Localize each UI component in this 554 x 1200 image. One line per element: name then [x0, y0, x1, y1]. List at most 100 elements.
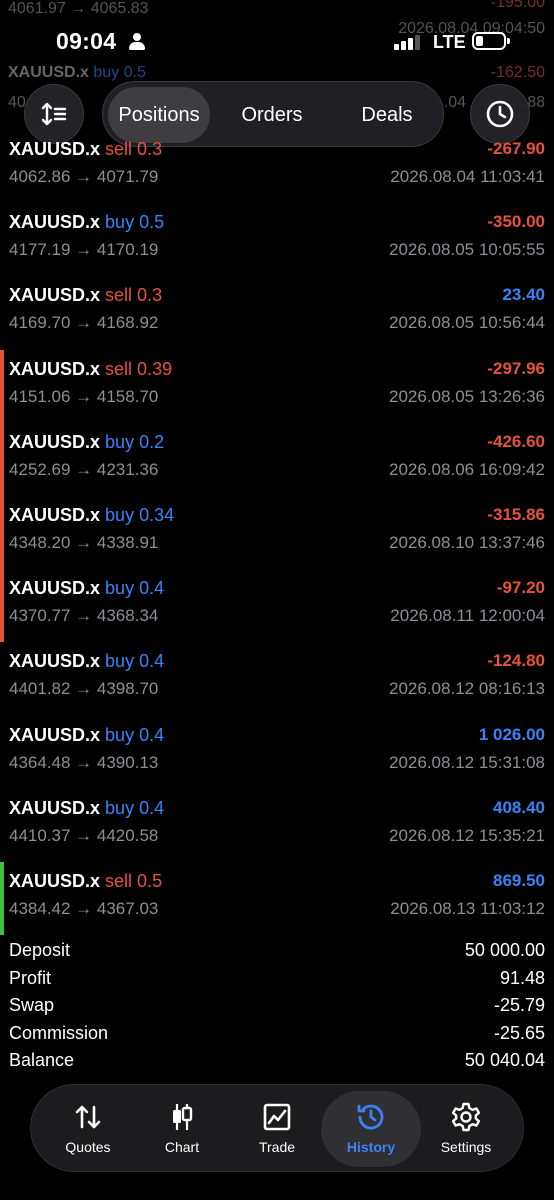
deal-close-time: 2026.08.05 10:56:44 [389, 313, 545, 333]
summary-row: Swap -25.79 [9, 995, 545, 1021]
deal-side-volume: sell 0.3 [105, 285, 163, 306]
deal-row[interactable]: XAUUSD.x sell 0.3 4169.70 → 4168.92 23.40 2… [0, 276, 554, 349]
deal-row[interactable]: XAUUSD.x buy 0.34 4348.20 → 4338.91 -315.8… [0, 496, 554, 569]
summary-label: Balance [9, 1050, 75, 1071]
nav-quotes-label: Quotes [65, 1139, 111, 1155]
history-screen: 4061.97 → 4065.83 2026.08.04 09:04:50 -1… [0, 0, 554, 1200]
deal-row[interactable]: XAUUSD.x buy 0.4 4410.37 → 4420.58 408.40 2… [0, 789, 554, 862]
deal-row-marker [0, 349, 4, 423]
deal-row-marker [0, 496, 4, 569]
nav-settings-label: Settings [440, 1139, 492, 1155]
deal-symbol: XAUUSD.x buy 0.2 [9, 432, 164, 453]
deal-prices: 4401.82 → 4398.70 [9, 679, 159, 699]
deal-symbol-name: XAUUSD.x [9, 139, 101, 159]
deal-prices: 4364.48 → 4390.13 [9, 752, 159, 772]
deal-prices: 4370.77 → 4368.34 [9, 606, 159, 626]
summary-label: Deposit [9, 940, 71, 960]
deal-symbol: XAUUSD.x sell 0.39 [9, 359, 172, 380]
nav-trade[interactable]: Trade [227, 1085, 327, 1173]
deal-close-time: 2026.08.12 08:16:13 [389, 679, 545, 699]
deal-row-marker [0, 862, 4, 935]
summary-label: Swap [9, 995, 55, 1016]
deal-symbol: XAUUSD.x buy 0.4 [9, 725, 164, 746]
deal-symbol: XAUUSD.x buy 0.34 [9, 505, 174, 526]
battery-icon [472, 32, 506, 50]
deal-prices: 4062.86 → 4071.79 [9, 167, 159, 186]
deal-close-time: 2026.08.13 11:03:12 [390, 899, 545, 918]
status-time: 09:04 [56, 28, 117, 54]
nav-history-label: History [346, 1139, 396, 1155]
battery-tip [507, 38, 510, 44]
nav-settings[interactable]: Settings [416, 1085, 516, 1173]
deal-close-time: 2026.08.06 16:09:42 [389, 459, 545, 479]
nav-chart[interactable]: Chart [132, 1085, 232, 1173]
deal-symbol: XAUUSD.x buy 0.4 [9, 651, 164, 672]
deal-row[interactable]: XAUUSD.x buy 0.2 4252.69 → 4231.36 -426.60… [0, 422, 554, 496]
deal-side-volume: buy 0.34 [105, 505, 175, 525]
nav-chart-label: Chart [164, 1139, 200, 1155]
deal-close-time: 2026.08.05 10:05:55 [389, 240, 545, 260]
summary-value: -25.65 [493, 1022, 545, 1043]
summary-value: 50 000.00 [464, 940, 545, 960]
deal-symbol-name: XAUUSD.x [9, 212, 101, 233]
nav-quotes[interactable]: Quotes [38, 1085, 138, 1173]
deal-symbol-name: XAUUSD.x [9, 505, 101, 525]
deal-symbol: XAUUSD.x sell 0.5 [9, 871, 162, 892]
deal-profit: -350.00 [487, 212, 545, 232]
deal-side-volume: buy 0.2 [105, 431, 165, 452]
summary-value: 91.48 [499, 967, 545, 988]
summary-row: Commission -25.65 [9, 1023, 545, 1049]
quotes-icon [75, 1105, 101, 1129]
deal-profit: 408.40 [493, 797, 545, 817]
summary-row: Profit 91.48 [9, 968, 545, 994]
deal-side-volume: sell 0.39 [105, 358, 173, 379]
deal-row-marker [0, 569, 4, 643]
deal-symbol: XAUUSD.x sell 0.3 [9, 139, 162, 160]
deal-side-volume: buy 0.4 [105, 724, 165, 745]
deal-profit: -315.86 [487, 505, 545, 524]
deal-prices: 4252.69 → 4231.36 [9, 459, 159, 479]
ghost-row-date: .04 [443, 94, 466, 111]
deal-side-volume: sell 0.5 [105, 871, 163, 891]
deal-close-time: 2026.08.10 13:37:46 [389, 533, 545, 552]
deal-side-volume: buy 0.4 [105, 578, 165, 599]
summary-row: Deposit 50 000.00 [9, 940, 545, 966]
deal-side-volume: buy 0.4 [105, 797, 165, 818]
trade-icon [263, 1103, 291, 1131]
summary-label: Commission [9, 1022, 109, 1043]
deal-profit: 23.40 [502, 285, 545, 305]
deal-row[interactable]: XAUUSD.x sell 0.3 4062.86 → 4071.79 -267.9… [0, 130, 554, 203]
deal-profit: -267.90 [487, 139, 545, 158]
deal-symbol-name: XAUUSD.x [9, 358, 101, 379]
deal-prices: 4177.19 → 4170.19 [9, 240, 159, 260]
deal-prices: 4348.20 → 4338.91 [9, 533, 159, 552]
deal-symbol: XAUUSD.x sell 0.3 [9, 285, 162, 306]
deal-row[interactable]: XAUUSD.x sell 0.5 4384.42 → 4367.03 869.50… [0, 862, 554, 935]
clock-icon [486, 100, 514, 128]
nav-history[interactable]: History [321, 1085, 421, 1173]
deal-prices: 4410.37 → 4420.58 [9, 825, 159, 845]
deal-profit: -426.60 [487, 431, 545, 451]
deal-row[interactable]: XAUUSD.x buy 0.4 4401.82 → 4398.70 -124.80… [0, 642, 554, 715]
summary-label: Profit [9, 967, 52, 988]
deal-row[interactable]: XAUUSD.x sell 0.39 4151.06 → 4158.70 -297.… [0, 349, 554, 423]
deal-row[interactable]: XAUUSD.x buy 0.4 4364.48 → 4390.13 1 026.0… [0, 716, 554, 789]
deal-side-volume: buy 0.4 [105, 651, 165, 672]
ghost-row-prices: 40 [8, 94, 26, 111]
nav-trade-label: Trade [258, 1139, 296, 1155]
deal-profit: 1 026.00 [478, 724, 545, 744]
deal-side-volume: sell 0.3 [105, 139, 163, 159]
deal-row-marker [0, 422, 4, 496]
deal-close-time: 2026.08.05 13:26:36 [389, 386, 545, 406]
deal-prices: 4169.70 → 4168.92 [9, 313, 159, 333]
deal-row[interactable]: XAUUSD.x buy 0.4 4370.77 → 4368.34 -97.20 2… [0, 569, 554, 643]
deal-row[interactable]: XAUUSD.x buy 0.5 4177.19 → 4170.19 -350.00… [0, 203, 554, 276]
bottom-nav: Quotes Chart Trade History Settings [30, 1084, 524, 1172]
deal-side-volume: buy 0.5 [105, 212, 165, 233]
deal-prices: 4151.06 → 4158.70 [9, 386, 159, 406]
summary-value: 50 040.04 [464, 1050, 545, 1071]
deal-symbol-name: XAUUSD.x [9, 578, 101, 599]
chart-icon [173, 1104, 193, 1130]
deal-symbol-name: XAUUSD.x [9, 724, 101, 745]
deal-symbol-name: XAUUSD.x [9, 651, 101, 672]
